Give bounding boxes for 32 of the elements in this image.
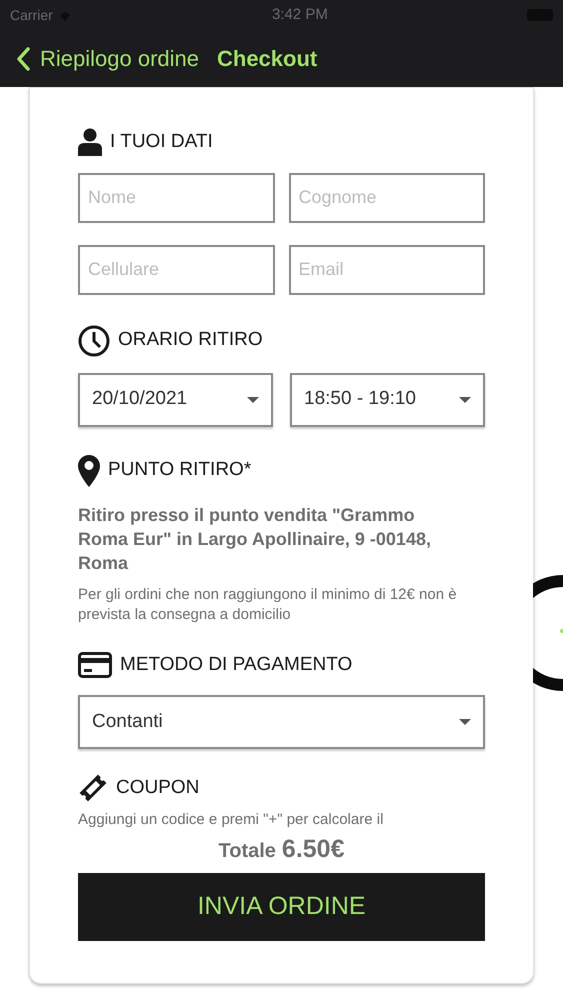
caret-icon [459,719,471,725]
back-button[interactable]: Riepilogo ordine [16,42,199,75]
section-title: METODO DI PAGAMENTO [120,652,352,676]
total-amount: 6.50€ [282,834,344,865]
dropdown[interactable]: 18:50 - 19:10 [290,372,485,426]
clock-time: 3:42 PM [272,4,328,25]
credit-card-icon [78,652,112,678]
dropdown[interactable]: 20/10/2021 [78,372,273,426]
section-title: I TUOI DATI [110,130,213,154]
ticket-icon [78,773,108,803]
chevron-left-icon [16,46,30,70]
page-title: Checkout [217,45,318,73]
text-field[interactable]: Nome [78,172,274,222]
section-title: COUPON [116,776,200,800]
caret-icon [247,396,259,402]
dropdown[interactable]: Contanti [78,695,485,749]
caret-icon [459,396,471,402]
person-icon [78,128,102,156]
delivery-note: Per gli ordini che non raggiungono il minimo di 12€ non è prevista la consegna a domicilio [78,584,458,624]
location-pin-icon [78,454,100,486]
submit-order-button[interactable]: INVIA ORDINE [78,872,485,940]
section-title: PUNTO RITIRO* [108,458,252,482]
text-field[interactable]: Cellulare [78,244,274,294]
section-title: ORARIO RITIRO [118,328,263,352]
pickup-address: Ritiro presso il punto vendita "Grammo Roma Eur" in Largo Apollinaire, 9 -00148, Roma [78,504,432,574]
clock-icon [78,324,110,356]
text-field[interactable]: Cognome [288,172,485,222]
carrier-label: Carrier [10,6,53,24]
text-field[interactable]: Email [288,244,485,294]
floating-ring-icon [533,575,563,691]
coupon-hint: Aggiungi un codice e premi "+" per calcolare il [78,811,384,829]
total-label: Totale [218,839,276,864]
